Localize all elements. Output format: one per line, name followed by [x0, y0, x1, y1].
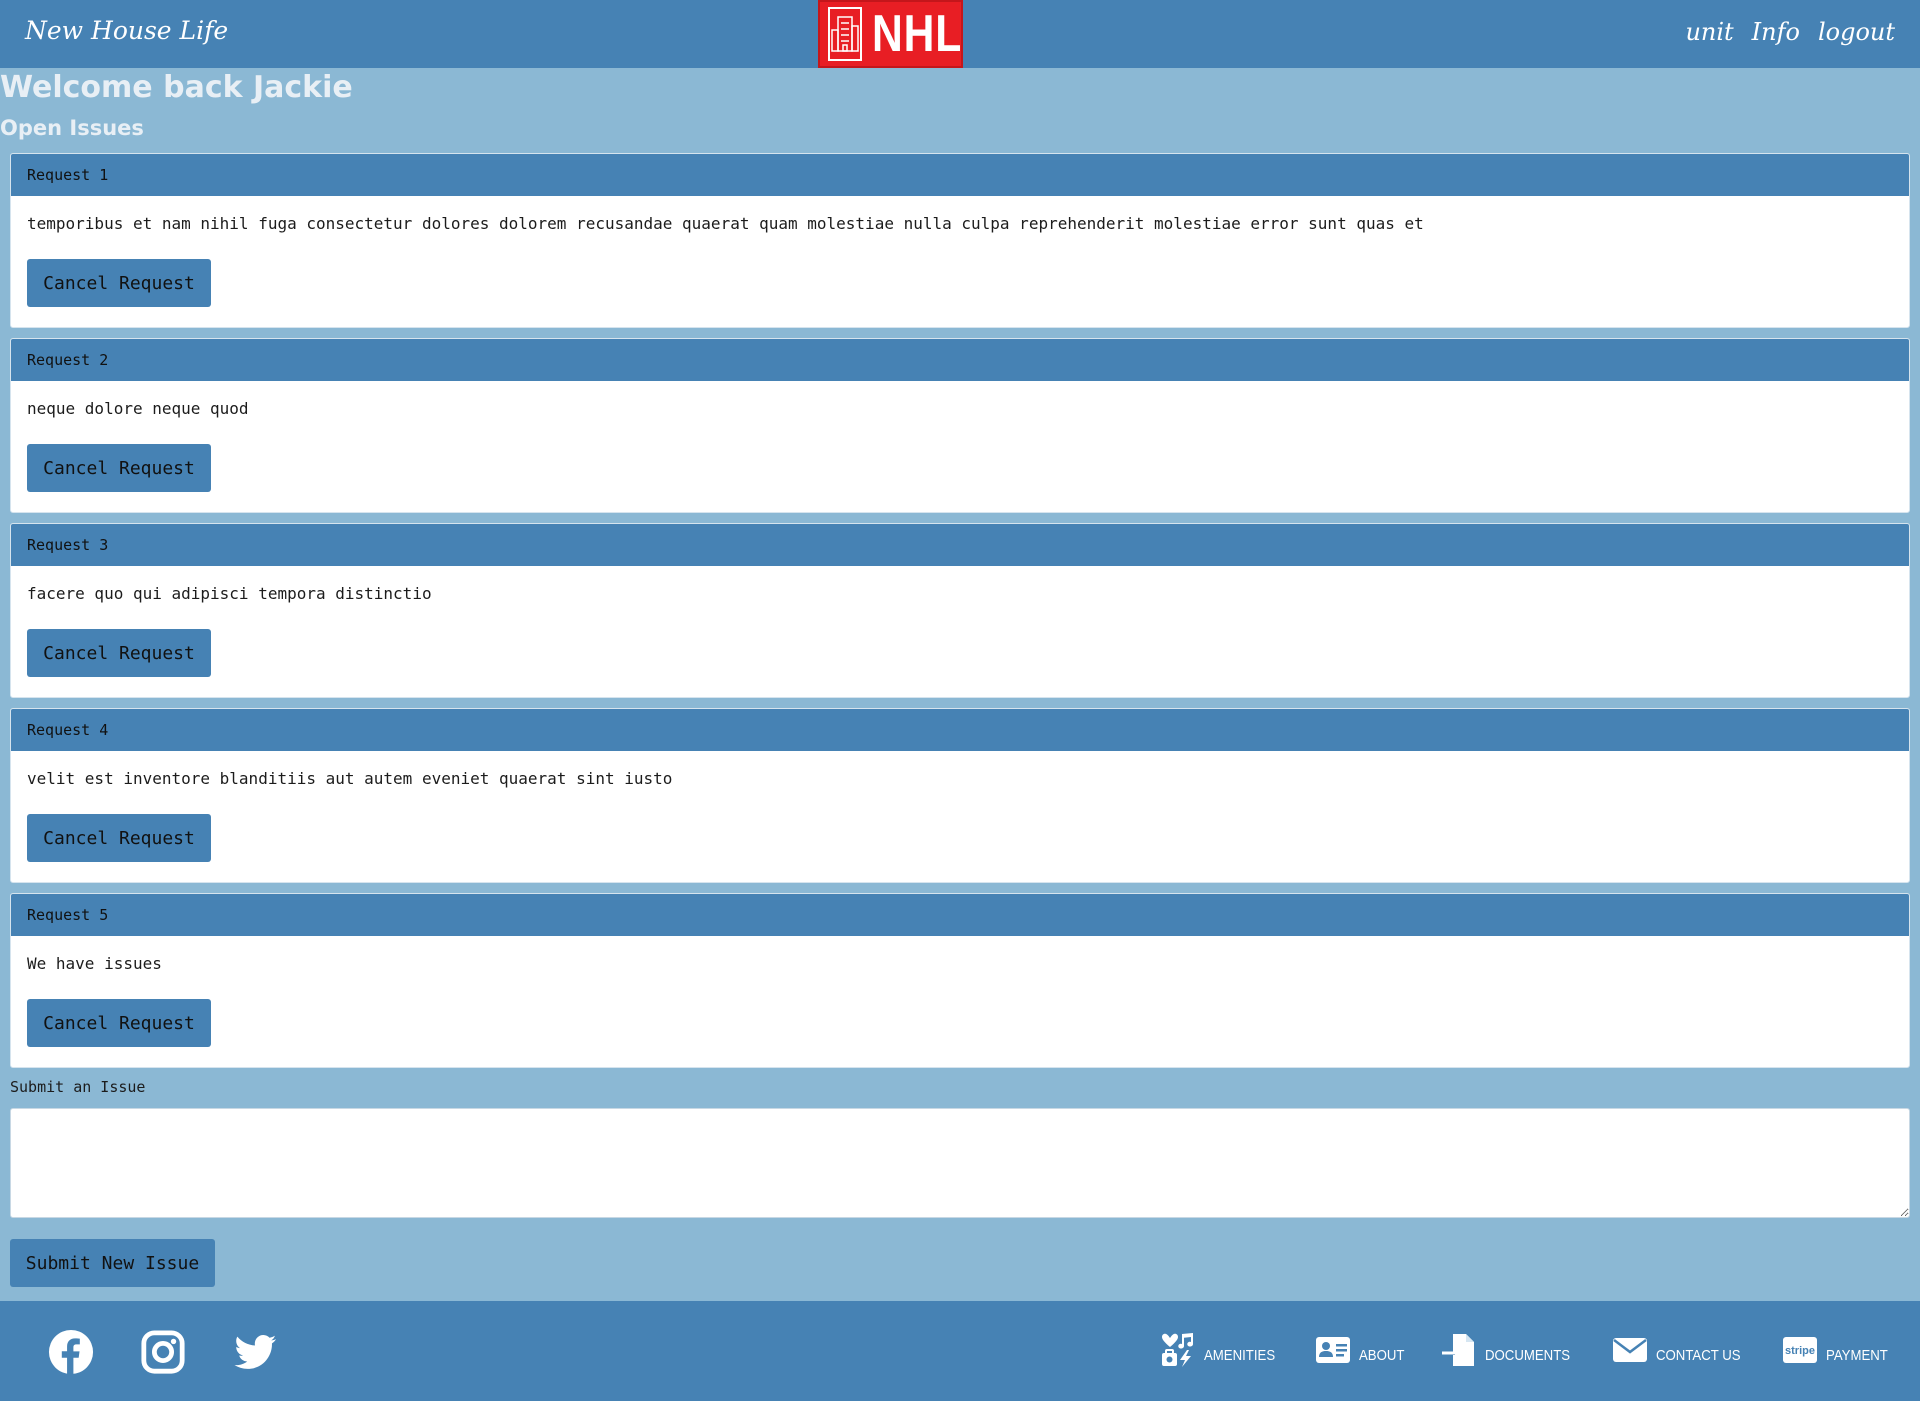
request-text: We have issues — [27, 954, 162, 973]
welcome-title: Welcome back Jackie — [0, 70, 353, 105]
social-links — [48, 1329, 278, 1375]
request-card-header: Request 5 — [11, 894, 1909, 936]
footer-link-contact-us[interactable]: CONTACT US — [1612, 1332, 1752, 1368]
issue-textarea[interactable] — [10, 1108, 1910, 1218]
request-card: Request 1 temporibus et nam nihil fuga c… — [10, 153, 1910, 328]
cancel-request-button[interactable]: Cancel Request — [27, 629, 211, 677]
footer-link-label: CONTACT US — [1655, 1346, 1741, 1364]
nav-unit-link[interactable]: unit — [1685, 18, 1733, 46]
brand-link[interactable]: New House Life — [25, 16, 228, 45]
twitter-icon[interactable] — [232, 1329, 278, 1375]
stripe-icon: stripe — [1782, 1337, 1817, 1363]
request-text: neque dolore neque quod — [27, 399, 249, 418]
top-navbar: New House Life NHL unit Info logout — [0, 0, 1920, 68]
amenities-icon — [1162, 1333, 1194, 1367]
request-card: Request 3 facere quo qui adipisci tempor… — [10, 523, 1910, 698]
facebook-icon[interactable] — [48, 1329, 94, 1375]
request-text: facere quo qui adipisci tempora distinct… — [27, 584, 432, 603]
footer-link-payment[interactable]: stripe PAYMENT — [1782, 1332, 1896, 1368]
request-card-header: Request 4 — [11, 709, 1909, 751]
cancel-request-button[interactable]: Cancel Request — [27, 999, 211, 1047]
footer-link-label: PAYMENT — [1825, 1346, 1888, 1364]
request-card-body: facere quo qui adipisci tempora distinct… — [11, 566, 1909, 677]
instagram-icon[interactable] — [140, 1329, 186, 1375]
footer-link-amenities[interactable]: AMENITIES — [1160, 1332, 1285, 1368]
request-card-header: Request 1 — [11, 154, 1909, 196]
document-import-icon — [1441, 1334, 1474, 1366]
footer-nav: AMENITIES ABOUT DOCUMENTS CONTACT US str… — [1160, 1332, 1896, 1368]
request-card-body: We have issues Cancel Request — [11, 936, 1909, 1047]
nav-info-link[interactable]: Info — [1752, 18, 1800, 46]
request-text: velit est inventore blanditiis aut autem… — [27, 769, 673, 788]
top-nav: unit Info logout — [1685, 18, 1895, 46]
submit-issue-label: Submit an Issue — [10, 1078, 146, 1096]
nhl-logo[interactable]: NHL — [818, 0, 963, 68]
envelope-icon — [1612, 1338, 1647, 1362]
request-card: Request 5 We have issues Cancel Request — [10, 893, 1910, 1068]
footer-link-label: DOCUMENTS — [1484, 1346, 1570, 1364]
nav-logout-link[interactable]: logout — [1818, 18, 1895, 46]
cancel-request-button[interactable]: Cancel Request — [27, 259, 211, 307]
footer-link-label: AMENITIES — [1204, 1346, 1276, 1364]
building-icon — [828, 7, 862, 61]
request-card: Request 4 velit est inventore blanditiis… — [10, 708, 1910, 883]
submit-new-issue-button[interactable]: Submit New Issue — [10, 1239, 215, 1287]
open-issues-title: Open Issues — [0, 116, 144, 140]
request-text: temporibus et nam nihil fuga consectetur… — [27, 214, 1424, 233]
footer-link-label: ABOUT — [1359, 1346, 1405, 1364]
cancel-request-button[interactable]: Cancel Request — [27, 444, 211, 492]
footer: AMENITIES ABOUT DOCUMENTS CONTACT US str… — [0, 1301, 1920, 1401]
logo-text: NHL — [872, 5, 963, 63]
request-card-header: Request 2 — [11, 339, 1909, 381]
requests-list: Request 1 temporibus et nam nihil fuga c… — [10, 153, 1910, 1078]
request-card: Request 2 neque dolore neque quod Cancel… — [10, 338, 1910, 513]
request-card-body: velit est inventore blanditiis aut autem… — [11, 751, 1909, 862]
request-card-body: temporibus et nam nihil fuga consectetur… — [11, 196, 1909, 307]
id-card-icon — [1316, 1337, 1351, 1363]
cancel-request-button[interactable]: Cancel Request — [27, 814, 211, 862]
footer-link-about[interactable]: ABOUT — [1315, 1332, 1411, 1368]
footer-link-documents[interactable]: DOCUMENTS — [1441, 1332, 1582, 1368]
request-card-body: neque dolore neque quod Cancel Request — [11, 381, 1909, 492]
request-card-header: Request 3 — [11, 524, 1909, 566]
svg-text:stripe: stripe — [1785, 1345, 1815, 1357]
